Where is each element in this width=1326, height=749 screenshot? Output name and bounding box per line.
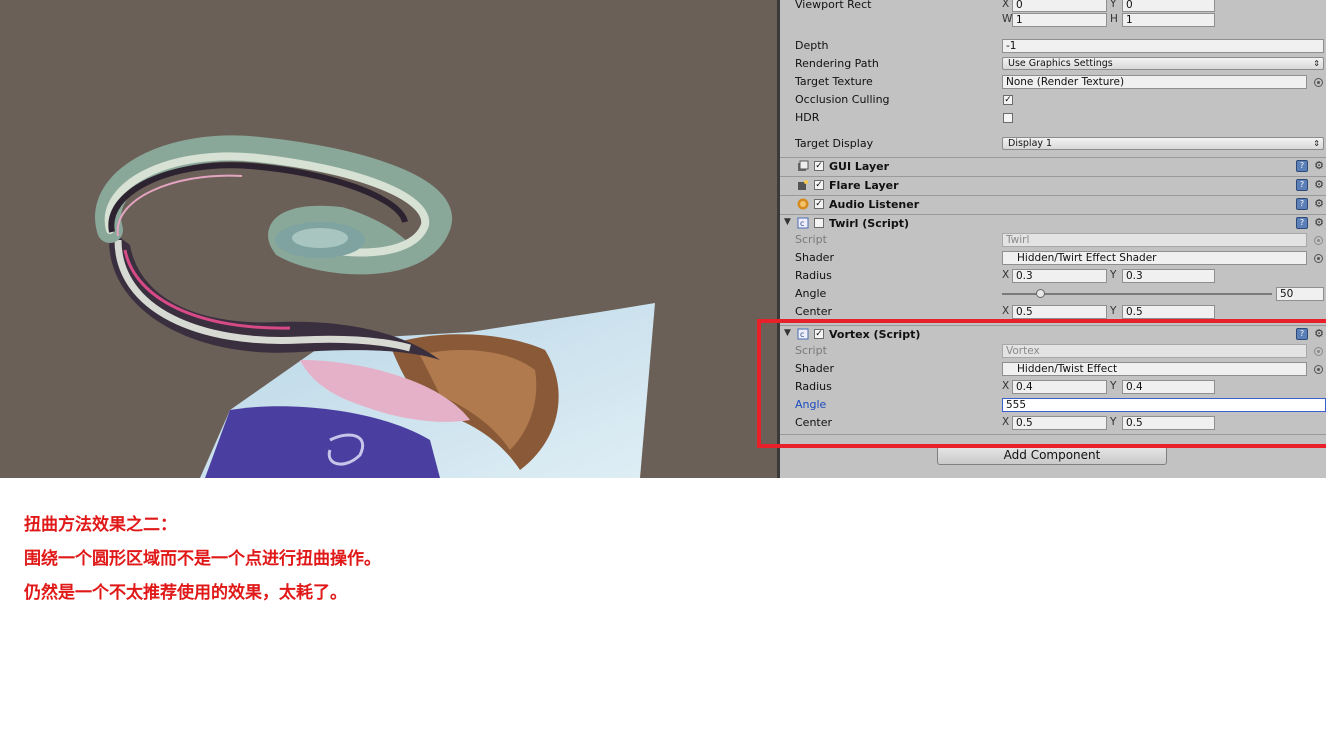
rendering-path-row: Rendering Path Use Graphics Settings ⇕ — [780, 55, 1326, 73]
audio-listener-icon — [797, 198, 809, 210]
twirl-script-field: Twirl — [1002, 233, 1307, 247]
rendering-path-label: Rendering Path — [795, 57, 879, 70]
occlusion-culling-label: Occlusion Culling — [795, 93, 890, 106]
twirl-shader-field[interactable]: Hidden/Twirt Effect Shader — [1002, 251, 1307, 265]
highlight-box — [757, 319, 1326, 448]
script-icon: c — [797, 217, 809, 229]
audio-listener-component[interactable]: ✓ Audio Listener ? ⚙ — [780, 195, 1326, 214]
twirl-angle-field[interactable]: 50 — [1276, 287, 1324, 301]
flare-layer-title: Flare Layer — [829, 179, 899, 192]
caption-line-3: 仍然是一个不太推荐使用的效果，太耗了。 — [24, 583, 347, 603]
distorted-render — [95, 135, 655, 478]
foldout-triangle-icon[interactable]: ▼ — [784, 217, 791, 227]
object-picker-icon — [1314, 236, 1323, 245]
viewport-rect-label: Viewport Rect — [795, 0, 872, 11]
gui-layer-enable-checkbox[interactable]: ✓ — [814, 161, 824, 171]
flare-layer-component[interactable]: ✓ Flare Layer ? ⚙ — [780, 176, 1326, 195]
target-display-row: Target Display Display 1 ⇕ — [780, 135, 1326, 153]
occlusion-culling-checkbox[interactable]: ✓ — [1003, 95, 1013, 105]
gui-layer-title: GUI Layer — [829, 160, 890, 173]
viewport-wh-row: W 1 H 1 — [780, 11, 1326, 29]
viewport-w-field[interactable]: 1 — [1012, 13, 1107, 27]
twirl-enable-checkbox[interactable] — [814, 218, 824, 228]
twirl-shader-row: Shader Hidden/Twirt Effect Shader — [780, 249, 1326, 267]
occlusion-culling-row: Occlusion Culling ✓ — [780, 91, 1326, 109]
viewport-h-field[interactable]: 1 — [1122, 13, 1215, 27]
gui-layer-icon — [798, 160, 809, 171]
hdr-checkbox[interactable] — [1003, 113, 1013, 123]
twirl-angle-slider-thumb[interactable] — [1035, 289, 1045, 298]
twirl-radius-y-field[interactable]: 0.3 — [1122, 269, 1215, 283]
gear-icon[interactable]: ⚙ — [1314, 178, 1324, 191]
help-icon[interactable]: ? — [1296, 160, 1308, 172]
help-icon[interactable]: ? — [1296, 198, 1308, 210]
target-display-label: Target Display — [795, 137, 874, 150]
object-picker-icon[interactable] — [1314, 254, 1323, 263]
twirl-title: Twirl (Script) — [829, 217, 910, 230]
audio-listener-title: Audio Listener — [829, 198, 920, 211]
depth-label: Depth — [795, 39, 829, 52]
object-picker-icon[interactable] — [1314, 78, 1323, 87]
help-icon[interactable]: ? — [1296, 217, 1308, 229]
twirl-script-row: Script Twirl — [780, 231, 1326, 249]
editor-screenshot: Viewport Rect X 0 Y 0 W 1 H 1 Depth -1 R… — [0, 0, 1326, 478]
twirl-center-x-field[interactable]: 0.5 — [1012, 305, 1107, 319]
rendering-path-dropdown[interactable]: Use Graphics Settings ⇕ — [1002, 57, 1324, 70]
flare-layer-enable-checkbox[interactable]: ✓ — [814, 180, 824, 190]
twirl-center-y-field[interactable]: 0.5 — [1122, 305, 1215, 319]
target-texture-field[interactable]: None (Render Texture) — [1002, 75, 1307, 89]
hdr-row: HDR — [780, 109, 1326, 127]
twirl-radius-row: Radius X 0.3 Y 0.3 — [780, 267, 1326, 285]
svg-text:c: c — [800, 219, 804, 228]
flare-layer-icon — [798, 180, 808, 190]
dropdown-arrow-icon: ⇕ — [1313, 139, 1320, 148]
game-viewport — [0, 0, 777, 478]
add-component-button[interactable]: Add Component — [937, 446, 1167, 465]
twirl-radius-x-field[interactable]: 0.3 — [1012, 269, 1107, 283]
caption-line-1: 扭曲方法效果之二： — [24, 515, 177, 535]
hdr-label: HDR — [795, 111, 820, 124]
help-icon[interactable]: ? — [1296, 179, 1308, 191]
gear-icon[interactable]: ⚙ — [1314, 197, 1324, 210]
dropdown-arrow-icon: ⇕ — [1313, 59, 1320, 68]
depth-field[interactable]: -1 — [1002, 39, 1324, 53]
target-display-dropdown[interactable]: Display 1 ⇕ — [1002, 137, 1324, 150]
caption-line-2: 围绕一个圆形区域而不是一个点进行扭曲操作。 — [24, 549, 381, 569]
target-texture-row: Target Texture None (Render Texture) — [780, 73, 1326, 91]
gear-icon[interactable]: ⚙ — [1314, 159, 1324, 172]
audio-listener-enable-checkbox[interactable]: ✓ — [814, 199, 824, 209]
depth-row: Depth -1 — [780, 37, 1326, 55]
gui-layer-component[interactable]: ✓ GUI Layer ? ⚙ — [780, 157, 1326, 176]
target-texture-label: Target Texture — [795, 75, 873, 88]
gear-icon[interactable]: ⚙ — [1314, 216, 1324, 229]
